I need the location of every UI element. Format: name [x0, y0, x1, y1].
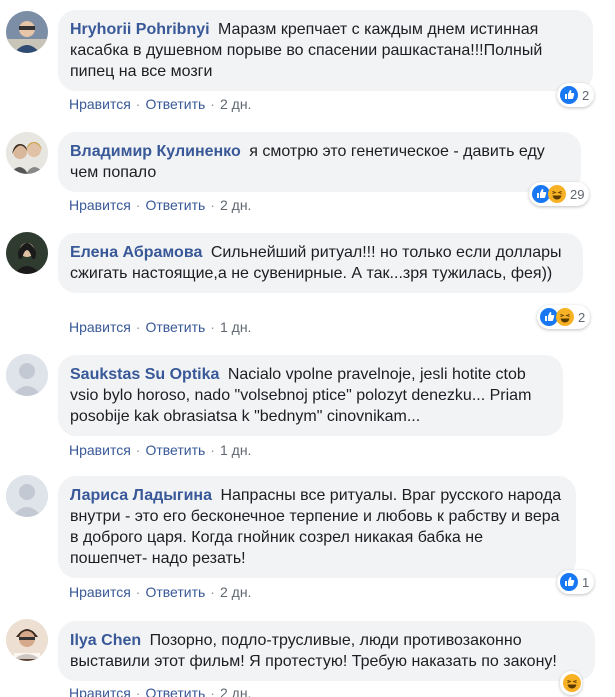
- comment-time[interactable]: 2 дн.: [220, 197, 251, 213]
- reaction-count: 29: [570, 186, 585, 202]
- comment-bubble: Лариса Ладыгина Напрасны все ритуалы. Вр…: [58, 476, 576, 578]
- comment-time[interactable]: 1 дн.: [220, 442, 251, 458]
- comment-text: Позорно, подло-трусливые, люди противоза…: [70, 632, 557, 670]
- comment-bubble: Ilya Chen Позорно, подло-трусливые, люди…: [58, 621, 595, 681]
- comment-time[interactable]: 2 дн.: [220, 96, 251, 112]
- comment-actions: Нравится · Ответить · 1 дн.: [69, 319, 252, 335]
- comment-author[interactable]: Елена Абрамова: [70, 244, 202, 261]
- like-link[interactable]: Нравится: [69, 96, 131, 112]
- comment-actions: Нравится · Ответить · 2 дн.: [69, 197, 252, 213]
- avatar[interactable]: [6, 475, 48, 517]
- comment-time[interactable]: 2 дн.: [220, 685, 251, 697]
- avatar[interactable]: [6, 619, 48, 661]
- like-link[interactable]: Нравится: [69, 442, 131, 458]
- comment-author[interactable]: Ilya Chen: [70, 632, 141, 649]
- reply-link[interactable]: Ответить: [145, 584, 205, 600]
- comment-actions: Нравится · Ответить · 2 дн.: [69, 584, 252, 600]
- like-link[interactable]: Нравится: [69, 685, 131, 697]
- comment-bubble: Владимир Кулиненко я смотрю это генетиче…: [58, 132, 581, 192]
- comment-bubble: Hryhorii Pohribnyi Маразм крепчает с каж…: [58, 10, 593, 91]
- comment-author[interactable]: Hryhorii Pohribnyi: [70, 21, 210, 38]
- reply-link[interactable]: Ответить: [145, 96, 205, 112]
- haha-icon: [563, 674, 581, 692]
- reactions-badge[interactable]: 2: [557, 83, 595, 107]
- comment-time[interactable]: 2 дн.: [220, 584, 251, 600]
- reply-link[interactable]: Ответить: [145, 319, 205, 335]
- reaction-count: 2: [578, 309, 586, 325]
- like-link[interactable]: Нравится: [69, 197, 131, 213]
- comment-actions: Нравится · Ответить · 1 дн.: [69, 442, 252, 458]
- comment-actions: Нравится · Ответить · 2 дн.: [69, 96, 252, 112]
- reply-link[interactable]: Ответить: [145, 197, 205, 213]
- reactions-badge[interactable]: 29: [529, 182, 590, 206]
- comment-actions: Нравится · Ответить · 2 дн.: [69, 684, 251, 697]
- reactions-badge[interactable]: 2: [537, 305, 591, 329]
- avatar[interactable]: [6, 232, 48, 274]
- reactions-badge[interactable]: [560, 671, 582, 695]
- haha-icon: [556, 308, 574, 326]
- avatar[interactable]: [6, 11, 48, 53]
- like-link[interactable]: Нравится: [69, 584, 131, 600]
- comment-time[interactable]: 1 дн.: [220, 319, 251, 335]
- like-icon: [560, 573, 578, 591]
- reaction-count: 1: [582, 574, 590, 590]
- like-icon: [560, 86, 578, 104]
- comment-bubble: Saukstas Su Optika Nacialo vpolne pravel…: [58, 355, 563, 436]
- avatar[interactable]: [6, 132, 48, 174]
- reply-link[interactable]: Ответить: [145, 685, 205, 697]
- comment-author[interactable]: Владимир Кулиненко: [70, 143, 241, 160]
- reaction-count: 2: [582, 87, 590, 103]
- avatar[interactable]: [6, 354, 48, 396]
- comment-bubble: Елена Абрамова Сильнейший ритуал!!! но т…: [58, 233, 583, 293]
- reactions-badge[interactable]: 1: [557, 570, 595, 594]
- reply-link[interactable]: Ответить: [145, 442, 205, 458]
- comment-author[interactable]: Saukstas Su Optika: [70, 366, 219, 383]
- like-link[interactable]: Нравится: [69, 319, 131, 335]
- comment-author[interactable]: Лариса Ладыгина: [70, 487, 212, 504]
- haha-icon: [548, 185, 566, 203]
